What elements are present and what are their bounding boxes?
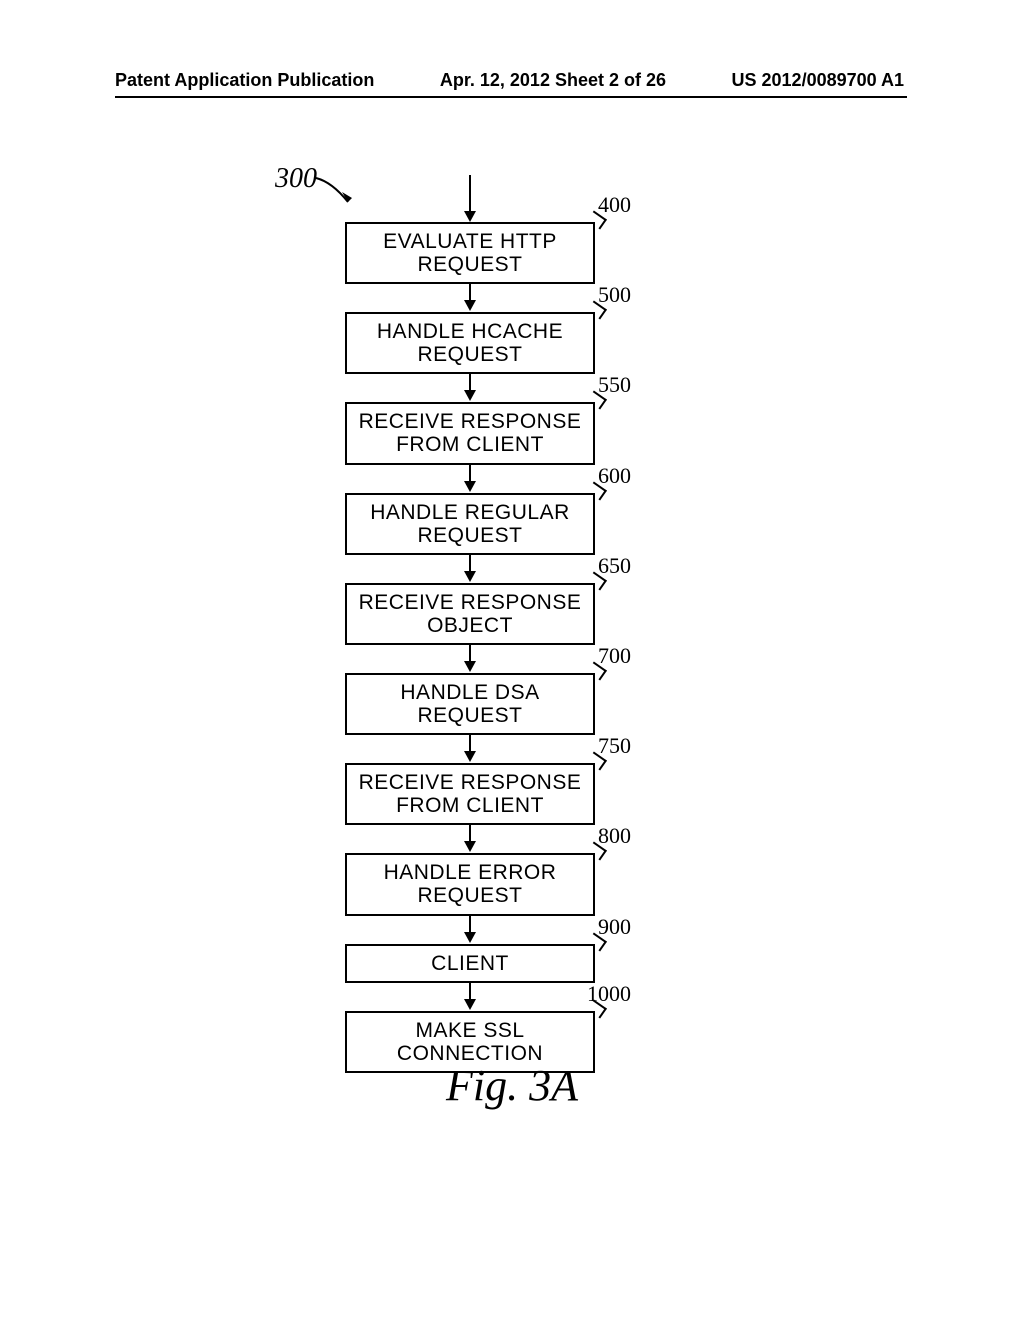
- step-text-line1: HANDLE ERROR REQUEST: [351, 861, 589, 907]
- step-ref-number: 750: [598, 733, 631, 759]
- step-box: HANDLE REGULAR REQUEST: [345, 493, 595, 555]
- connector-arrow-icon: [345, 645, 595, 673]
- step-box: RECEIVE RESPONSE FROM CLIENT: [345, 763, 595, 825]
- header-left: Patent Application Publication: [115, 70, 374, 91]
- step-ref-number: 900: [598, 914, 631, 940]
- step-ref-number: 500: [598, 282, 631, 308]
- step-ref-number: 400: [598, 192, 631, 218]
- header-right: US 2012/0089700 A1: [732, 70, 904, 91]
- step-box: RECEIVE RESPONSE FROM CLIENT: [345, 402, 595, 464]
- connector-arrow-icon: [345, 825, 595, 853]
- step-text-line2: FROM CLIENT: [351, 433, 589, 456]
- flow-step: 500 HANDLE HCACHE REQUEST: [345, 312, 595, 374]
- step-ref-number: 600: [598, 463, 631, 489]
- figure-caption: Fig. 3A: [0, 1060, 1024, 1111]
- flow-step: 700 HANDLE DSA REQUEST: [345, 673, 595, 735]
- connector-arrow-icon: [345, 465, 595, 493]
- step-text-line2: FROM CLIENT: [351, 794, 589, 817]
- connector-arrow-icon: [345, 284, 595, 312]
- header-rule: [115, 96, 907, 98]
- flow-step: 600 HANDLE REGULAR REQUEST: [345, 493, 595, 555]
- step-text-line1: HANDLE REGULAR REQUEST: [351, 501, 589, 547]
- step-box: RECEIVE RESPONSE OBJECT: [345, 583, 595, 645]
- flow-step: 400 EVALUATE HTTP REQUEST: [345, 222, 595, 284]
- step-box: HANDLE ERROR REQUEST: [345, 853, 595, 915]
- step-text-line1: CLIENT: [351, 952, 589, 975]
- flow-step: 800 HANDLE ERROR REQUEST: [345, 853, 595, 915]
- step-box: HANDLE DSA REQUEST: [345, 673, 595, 735]
- step-box: HANDLE HCACHE REQUEST: [345, 312, 595, 374]
- step-text-line1: MAKE SSL CONNECTION: [351, 1019, 589, 1065]
- connector-arrow-icon: [345, 735, 595, 763]
- flow-step: 750 RECEIVE RESPONSE FROM CLIENT: [345, 763, 595, 825]
- connector-arrow-icon: [345, 374, 595, 402]
- connector-arrow-icon: [345, 916, 595, 944]
- entry-arrow-icon: [345, 175, 595, 222]
- step-box: EVALUATE HTTP REQUEST: [345, 222, 595, 284]
- flow-step: 650 RECEIVE RESPONSE OBJECT: [345, 583, 595, 645]
- step-box: CLIENT: [345, 944, 595, 983]
- flowchart: 400 EVALUATE HTTP REQUEST 500 HANDLE HCA…: [345, 175, 595, 1073]
- header-center: Apr. 12, 2012 Sheet 2 of 26: [440, 70, 666, 91]
- step-ref-number: 650: [598, 553, 631, 579]
- page-header: Patent Application Publication Apr. 12, …: [0, 70, 1024, 91]
- flow-step: 900 CLIENT: [345, 944, 595, 983]
- connector-arrow-icon: [345, 555, 595, 583]
- flow-step: 550 RECEIVE RESPONSE FROM CLIENT: [345, 402, 595, 464]
- step-text-line1: RECEIVE RESPONSE: [351, 771, 589, 794]
- step-ref-number: 550: [598, 372, 631, 398]
- flowchart-reference-number: 300: [275, 163, 317, 195]
- step-text-line1: RECEIVE RESPONSE OBJECT: [351, 591, 589, 637]
- step-text-line1: HANDLE DSA REQUEST: [351, 681, 589, 727]
- step-ref-number: 700: [598, 643, 631, 669]
- connector-arrow-icon: [345, 983, 595, 1011]
- step-text-line1: RECEIVE RESPONSE: [351, 410, 589, 433]
- step-text-line1: EVALUATE HTTP REQUEST: [351, 230, 589, 276]
- step-text-line1: HANDLE HCACHE REQUEST: [351, 320, 589, 366]
- step-ref-number: 800: [598, 823, 631, 849]
